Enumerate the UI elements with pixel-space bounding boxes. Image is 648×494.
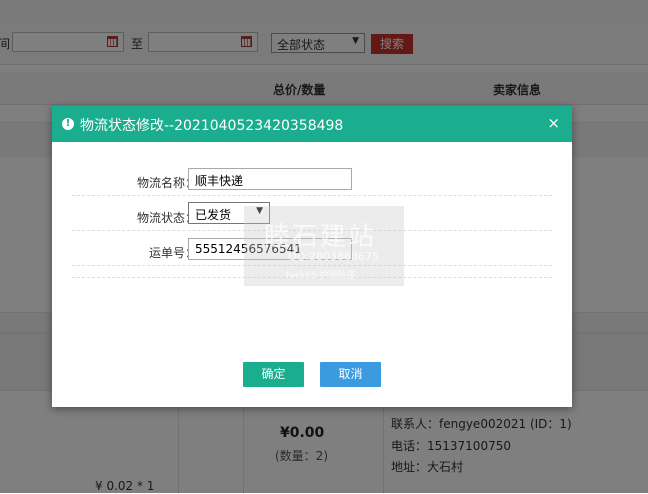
dialog-title: 物流状态修改--2021040523420358498: [80, 118, 344, 134]
dialog-header: ! 物流状态修改--2021040523420358498 ×: [52, 106, 572, 142]
logistics-name-row: 物流名称： 顺丰快递: [72, 167, 552, 196]
confirm-button[interactable]: 确定: [243, 362, 304, 387]
watermark: 睦石建站 QQ:2803868675 fuck65 护理防盗: [244, 206, 404, 286]
close-icon[interactable]: ×: [547, 115, 560, 131]
logistics-status-dialog: ! 物流状态修改--2021040523420358498 × 物流名称： 顺丰…: [52, 106, 572, 407]
info-circle-icon: !: [62, 118, 74, 130]
watermark-title: 睦石建站: [264, 222, 377, 252]
logistics-name-input[interactable]: 顺丰快递: [188, 168, 352, 190]
watermark-qq: QQ:2803868675: [288, 250, 380, 263]
cancel-button[interactable]: 取消: [320, 362, 381, 387]
watermark-note: fuck65 护理防盗: [286, 271, 356, 281]
logistics-status-value: 已发货: [195, 208, 232, 222]
